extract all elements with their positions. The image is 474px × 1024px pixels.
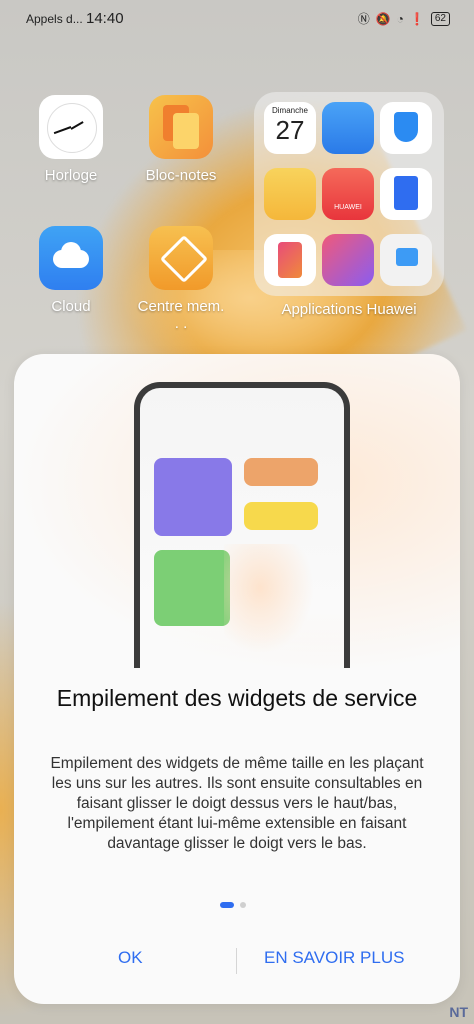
- app-label: Bloc-notes: [145, 167, 217, 184]
- files-icon: [264, 168, 316, 220]
- dialog-title: Empilement des widgets de service: [56, 685, 418, 711]
- folder-huawei-apps[interactable]: Dimanche 27 HUAWEI: [254, 92, 444, 296]
- notes-icon: [149, 95, 213, 159]
- tips-icon: [264, 234, 316, 286]
- nfc-icon: Ⓝ: [357, 12, 370, 26]
- learn-more-button[interactable]: EN SAVOIR PLUS: [264, 948, 404, 968]
- watermark-logo: NT: [449, 1004, 468, 1020]
- cloud-icon: [39, 226, 103, 290]
- widget-tile-purple: [154, 458, 232, 536]
- themes-icon: [322, 234, 374, 286]
- security-icon: [380, 102, 432, 154]
- widget-tile-orange: [244, 458, 318, 486]
- status-icons: Ⓝ 🔕 ◔ ❗ 62: [358, 10, 450, 27]
- alert-icon: ❗: [409, 11, 425, 26]
- page-dot: [240, 902, 246, 908]
- dialog-description: Empilement des widgets de même taille en…: [50, 755, 424, 852]
- app-cloud[interactable]: Cloud: [26, 226, 116, 315]
- page-indicator: [220, 902, 246, 908]
- calendar-icon: Dimanche 27: [264, 102, 316, 154]
- status-bar: Appels d... 14:40 Ⓝ 🔕 ◔ ❗ 62: [0, 0, 474, 40]
- clock-icon: [39, 95, 103, 159]
- carrier-text: Appels d...: [26, 12, 83, 26]
- folder-label: Applications Huawei: [281, 301, 417, 318]
- member-center-icon: [149, 226, 213, 290]
- app-member-center[interactable]: Centre mem. . .: [136, 226, 226, 332]
- button-divider: [236, 948, 237, 974]
- finger-illustration: [224, 544, 314, 654]
- clock-time: 14:40: [86, 10, 124, 27]
- widget-stack-dialog: Empilement des widgets de service Empile…: [14, 354, 460, 1004]
- battery-icon: 62: [430, 11, 450, 26]
- wifi-icon: ◔: [396, 11, 404, 26]
- app-horloge[interactable]: Horloge: [26, 95, 116, 184]
- mute-icon: 🔕: [375, 11, 391, 26]
- page-dot-active: [220, 902, 234, 908]
- docs-icon: [380, 168, 432, 220]
- ok-button[interactable]: OK: [118, 948, 143, 968]
- widget-tile-yellow: [244, 502, 318, 530]
- widget-tile-green: [154, 550, 230, 626]
- app-bloc-notes[interactable]: Bloc-notes: [136, 95, 226, 184]
- mail-icon: [322, 102, 374, 154]
- app-gallery-icon: HUAWEI: [322, 168, 374, 220]
- app-label: Horloge: [44, 167, 98, 184]
- app-label: Centre mem. . .: [137, 298, 225, 332]
- phone-clone-icon: [380, 234, 432, 286]
- app-label: Cloud: [51, 298, 91, 315]
